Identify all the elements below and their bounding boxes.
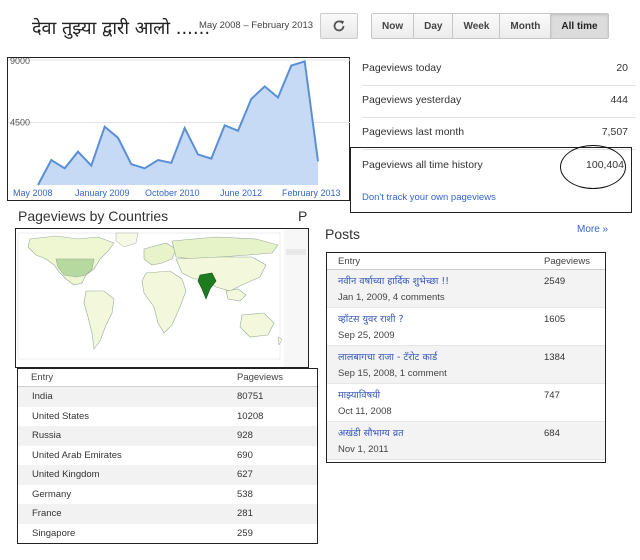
world-map bbox=[15, 228, 309, 368]
chart-x-tick-label: January 2009 bbox=[75, 188, 130, 198]
table-row: United Kingdom 627 bbox=[18, 465, 317, 485]
table-row: India 80751 bbox=[18, 387, 317, 407]
table-row: Singapore 259 bbox=[18, 524, 317, 544]
post-pageviews: 2549 bbox=[544, 276, 566, 287]
blog-title: देवा तुझ्या द्वारी आलो ...... bbox=[32, 18, 211, 39]
date-range: May 2008 – February 2013 bbox=[199, 20, 314, 31]
country-pageviews: 10208 bbox=[237, 410, 264, 422]
post-pageviews: 747 bbox=[544, 390, 560, 401]
posts-col-entry: Entry bbox=[338, 256, 361, 267]
post-title-link[interactable]: अखंडी सौभाग्य व्रत bbox=[338, 426, 404, 439]
country-name: India bbox=[32, 391, 53, 402]
country-name: Singapore bbox=[32, 527, 76, 539]
list-item: अखंडी सौभाग्य व्रत Nov 1, 2011 684 bbox=[327, 422, 605, 460]
countries-col-pageviews: Pageviews bbox=[237, 372, 283, 383]
chart-x-tick-label: May 2008 bbox=[13, 188, 53, 198]
list-item: माझ्याविषयी Oct 11, 2008 747 bbox=[327, 384, 605, 422]
post-title-link[interactable]: लालबागचा राजा - टॅरोट कार्ड bbox=[338, 350, 437, 363]
post-title-link[interactable]: व्हॉटस युवर राशी ? bbox=[338, 312, 404, 325]
country-pageviews: 627 bbox=[237, 469, 253, 480]
posts-table: Entry Pageviews नवीन वर्षाच्या हार्दिक श… bbox=[326, 252, 606, 463]
country-pageviews: 259 bbox=[237, 527, 253, 539]
country-pageviews: 690 bbox=[237, 449, 253, 461]
country-name: United States bbox=[32, 410, 90, 422]
time-range-selector: Now Day Week Month All time bbox=[371, 13, 609, 39]
post-meta: Sep 15, 2008, 1 comment bbox=[338, 368, 447, 379]
post-meta: Oct 11, 2008 bbox=[338, 406, 392, 417]
annotation-circle bbox=[560, 145, 626, 189]
table-row: France 281 bbox=[18, 504, 317, 524]
posts-more-link[interactable]: More » bbox=[577, 224, 608, 235]
post-title-link[interactable]: माझ्याविषयी bbox=[338, 388, 380, 401]
list-item: नवीन वर्षाच्या हार्दिक शुभेच्छा !! Jan 1… bbox=[327, 270, 605, 308]
chart-y-tick-label: 4500 bbox=[10, 118, 30, 128]
country-name: France bbox=[32, 508, 62, 519]
countries-col-entry: Entry bbox=[31, 372, 54, 383]
country-name: United Kingdom bbox=[32, 469, 100, 480]
pageviews-area-chart: 9000 4500 May 2008 January 2009 October 2010… bbox=[8, 58, 351, 198]
countries-overflow-letter: P bbox=[298, 208, 308, 224]
range-all-time-button[interactable]: All time bbox=[551, 14, 608, 38]
table-row: Russia 928 bbox=[18, 426, 317, 446]
country-pageviews: 538 bbox=[237, 488, 253, 500]
countries-title: Pageviews by Countries bbox=[18, 208, 169, 224]
list-item: व्हॉटस युवर राशी ? Sep 25, 2009 1605 bbox=[327, 308, 605, 346]
range-day-button[interactable]: Day bbox=[414, 14, 454, 38]
chart-area-fill bbox=[38, 61, 318, 185]
stat-today: Pageviews today 20 bbox=[362, 54, 636, 86]
posts-table-header: Entry Pageviews bbox=[327, 253, 605, 270]
refresh-button[interactable] bbox=[320, 13, 358, 39]
country-pageviews: 281 bbox=[237, 508, 253, 519]
chart-x-tick-label: June 2012 bbox=[220, 188, 262, 198]
country-name: United Arab Emirates bbox=[32, 449, 122, 461]
range-month-button[interactable]: Month bbox=[500, 14, 552, 38]
post-pageviews: 1605 bbox=[544, 314, 566, 325]
posts-col-pageviews: Pageviews bbox=[544, 256, 590, 267]
country-name: Russia bbox=[32, 430, 62, 441]
list-item: लालबागचा राजा - टॅरोट कार्ड Sep 15, 2008… bbox=[327, 346, 605, 384]
pageviews-chart: 9000 4500 May 2008 January 2009 October 2010… bbox=[7, 57, 351, 201]
post-pageviews: 684 bbox=[544, 428, 560, 439]
world-map-graphic bbox=[16, 229, 308, 367]
country-pageviews: 928 bbox=[237, 430, 253, 441]
country-pageviews: 80751 bbox=[237, 391, 264, 402]
stat-yesterday: Pageviews yesterday 444 bbox=[362, 86, 636, 118]
table-row: Germany 538 bbox=[18, 485, 317, 505]
refresh-icon bbox=[333, 20, 345, 32]
stat-last-month-value: 7,507 bbox=[601, 126, 628, 138]
stat-today-value: 20 bbox=[616, 62, 628, 74]
stat-last-month-label: Pageviews last month bbox=[362, 126, 465, 138]
countries-table: Entry Pageviews India 80751 United State… bbox=[17, 368, 318, 544]
countries-table-header: Entry Pageviews bbox=[18, 369, 317, 387]
chart-y-tick-label: 9000 bbox=[10, 58, 30, 66]
post-meta: Sep 25, 2009 bbox=[338, 330, 395, 341]
range-now-button[interactable]: Now bbox=[372, 14, 415, 38]
post-meta: Jan 1, 2009, 4 comments bbox=[338, 292, 445, 303]
chart-x-tick-label: October 2010 bbox=[145, 188, 200, 198]
table-row: United States 10208 bbox=[18, 407, 317, 427]
post-pageviews: 1384 bbox=[544, 352, 566, 363]
country-name: Germany bbox=[32, 488, 72, 500]
range-week-button[interactable]: Week bbox=[453, 14, 501, 38]
dont-track-link[interactable]: Don't track your own pageviews bbox=[362, 192, 496, 203]
post-title-link[interactable]: नवीन वर्षाच्या हार्दिक शुभेच्छा !! bbox=[338, 274, 449, 287]
table-row: United Arab Emirates 690 bbox=[18, 446, 317, 466]
posts-title: Posts bbox=[325, 226, 361, 242]
stat-yesterday-label: Pageviews yesterday bbox=[362, 94, 462, 106]
stat-today-label: Pageviews today bbox=[362, 62, 442, 74]
stat-yesterday-value: 444 bbox=[610, 94, 628, 106]
chart-x-tick-label: February 2013 bbox=[282, 188, 341, 198]
post-meta: Nov 1, 2011 bbox=[338, 444, 389, 455]
